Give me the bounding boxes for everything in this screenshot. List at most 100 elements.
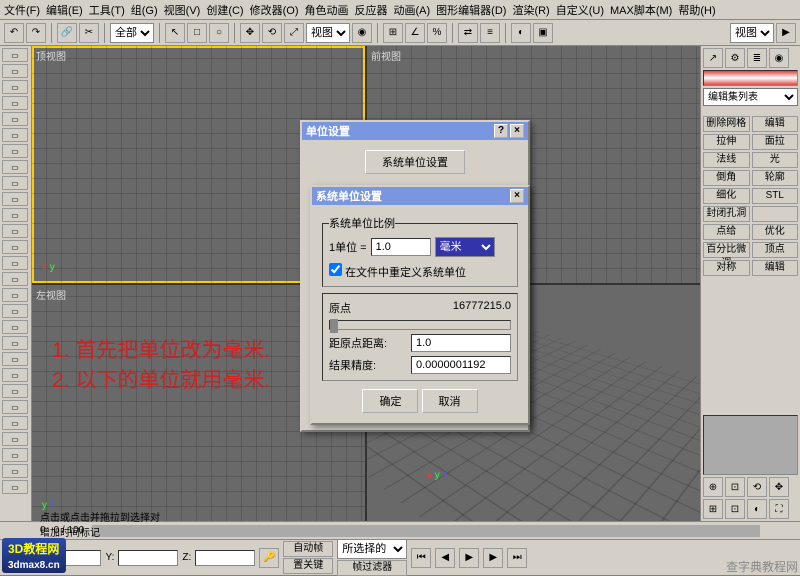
next-frame-icon[interactable]: ▶ [483, 548, 503, 568]
unit-value-input[interactable]: 1.0 [371, 238, 431, 256]
setkey-button[interactable]: 置关键 [283, 558, 333, 574]
panel-button[interactable]: 编辑 [752, 116, 799, 132]
dialog-titlebar[interactable]: 单位设置 ?× [302, 122, 528, 140]
key-filter[interactable]: 所选择的 [337, 539, 407, 559]
redo-icon[interactable]: ↷ [26, 23, 46, 43]
nav-icon[interactable]: ⊡ [725, 499, 745, 519]
undo-icon[interactable]: ↶ [4, 23, 24, 43]
tab-icon[interactable]: ▭ [2, 320, 28, 334]
system-units-button[interactable]: 系统单位设置 [365, 150, 465, 174]
menu-customize[interactable]: 自定义(U) [556, 2, 604, 18]
nav-icon[interactable]: ⊕ [703, 477, 723, 497]
angle-snap-icon[interactable]: ∠ [405, 23, 425, 43]
menu-tools[interactable]: 工具(T) [89, 2, 125, 18]
tab-icon[interactable]: ▭ [2, 256, 28, 270]
material-icon[interactable]: ◐ [511, 23, 531, 43]
coord-system[interactable]: 视图 [306, 23, 350, 43]
menu-grapheditor[interactable]: 图形编辑器(D) [436, 2, 506, 18]
tab-icon[interactable]: ▭ [2, 48, 28, 62]
menu-create[interactable]: 创建(C) [206, 2, 243, 18]
help-icon[interactable]: ? [494, 124, 508, 138]
menu-file[interactable]: 文件(F) [4, 2, 40, 18]
close-icon[interactable]: × [510, 189, 524, 203]
modify-tab-icon[interactable]: ⚙ [725, 48, 745, 68]
tab-icon[interactable]: ▭ [2, 336, 28, 350]
scale-icon[interactable]: ⤢ [284, 23, 304, 43]
hierarchy-tab-icon[interactable]: ≣ [747, 48, 767, 68]
panel-button[interactable]: 顶点 [752, 242, 799, 258]
nav-icon[interactable]: ✥ [769, 477, 789, 497]
tab-icon[interactable]: ▭ [2, 80, 28, 94]
create-tab-icon[interactable]: ↗ [703, 48, 723, 68]
tab-icon[interactable]: ▭ [2, 464, 28, 478]
key-icon[interactable]: 🔑 [259, 548, 279, 568]
tab-icon[interactable]: ▭ [2, 224, 28, 238]
link-icon[interactable]: 🔗 [57, 23, 77, 43]
panel-button[interactable]: 优化 [752, 224, 799, 240]
goto-start-icon[interactable]: ⏮ [411, 548, 431, 568]
pivot-icon[interactable]: ◉ [352, 23, 372, 43]
nav-icon[interactable]: ⊡ [725, 477, 745, 497]
tab-icon[interactable]: ▭ [2, 64, 28, 78]
panel-button[interactable]: 删除网格 [703, 116, 750, 132]
nav-icon[interactable]: ⛶ [769, 499, 789, 519]
autokey-button[interactable]: 自动帧 [283, 541, 333, 557]
menu-animation[interactable]: 动画(A) [394, 2, 431, 18]
panel-button[interactable]: 法线 [703, 152, 750, 168]
cancel-button[interactable]: 取消 [422, 389, 478, 413]
tab-icon[interactable]: ▭ [2, 128, 28, 142]
select-rect-icon[interactable]: □ [187, 23, 207, 43]
z-coord[interactable] [195, 550, 255, 566]
tab-icon[interactable]: ▭ [2, 240, 28, 254]
nav-icon[interactable]: ◐ [747, 499, 767, 519]
dialog-titlebar[interactable]: 系统单位设置 × [312, 187, 528, 205]
goto-end-icon[interactable]: ⏭ [507, 548, 527, 568]
menu-view[interactable]: 视图(V) [164, 2, 201, 18]
viewport-selector[interactable]: 视图 [730, 23, 774, 43]
align-icon[interactable]: ≡ [480, 23, 500, 43]
tab-icon[interactable]: ▭ [2, 112, 28, 126]
rotate-icon[interactable]: ⟲ [262, 23, 282, 43]
tab-icon[interactable]: ▭ [2, 96, 28, 110]
tab-icon[interactable]: ▭ [2, 480, 28, 494]
timeline-track[interactable] [92, 525, 760, 537]
panel-button[interactable]: 封闭孔洞 [703, 206, 750, 222]
tab-icon[interactable]: ▭ [2, 448, 28, 462]
menu-render[interactable]: 渲染(R) [512, 2, 549, 18]
panel-button[interactable]: 编辑 [752, 260, 799, 276]
menu-group[interactable]: 组(G) [131, 2, 158, 18]
nav-icon[interactable]: ⟲ [747, 477, 767, 497]
select-icon[interactable]: ↖ [165, 23, 185, 43]
motion-tab-icon[interactable]: ◉ [769, 48, 789, 68]
tab-icon[interactable]: ▭ [2, 192, 28, 206]
unit-type-select[interactable]: 毫米 [435, 237, 495, 257]
menu-help[interactable]: 帮助(H) [678, 2, 715, 18]
ok-button[interactable]: 确定 [362, 389, 418, 413]
select-lasso-icon[interactable]: ○ [209, 23, 229, 43]
panel-button[interactable]: 倒角 [703, 170, 750, 186]
panel-button[interactable]: 光 [752, 152, 799, 168]
panel-button[interactable]: STL [752, 188, 799, 204]
play-icon[interactable]: ▶ [776, 23, 796, 43]
y-coord[interactable] [118, 550, 178, 566]
tab-icon[interactable]: ▭ [2, 144, 28, 158]
tab-icon[interactable]: ▭ [2, 272, 28, 286]
filter-button[interactable]: 帧过滤器 [337, 560, 407, 576]
render-icon[interactable]: ▣ [533, 23, 553, 43]
tab-icon[interactable]: ▭ [2, 368, 28, 382]
tab-icon[interactable]: ▭ [2, 352, 28, 366]
menu-maxscript[interactable]: MAX脚本(M) [610, 2, 672, 18]
tab-icon[interactable]: ▭ [2, 416, 28, 430]
panel-button[interactable]: 拉伸 [703, 134, 750, 150]
panel-button[interactable]: 面拉 [752, 134, 799, 150]
origin-slider[interactable] [329, 320, 511, 330]
color-swatch[interactable] [703, 70, 798, 86]
selection-filter[interactable]: 全部 [110, 23, 154, 43]
menu-character[interactable]: 角色动画 [305, 2, 349, 18]
mirror-icon[interactable]: ⇄ [458, 23, 478, 43]
panel-button[interactable]: 细化 [703, 188, 750, 204]
tab-icon[interactable]: ▭ [2, 176, 28, 190]
tab-icon[interactable]: ▭ [2, 160, 28, 174]
redefine-checkbox[interactable] [329, 263, 342, 276]
move-icon[interactable]: ✥ [240, 23, 260, 43]
